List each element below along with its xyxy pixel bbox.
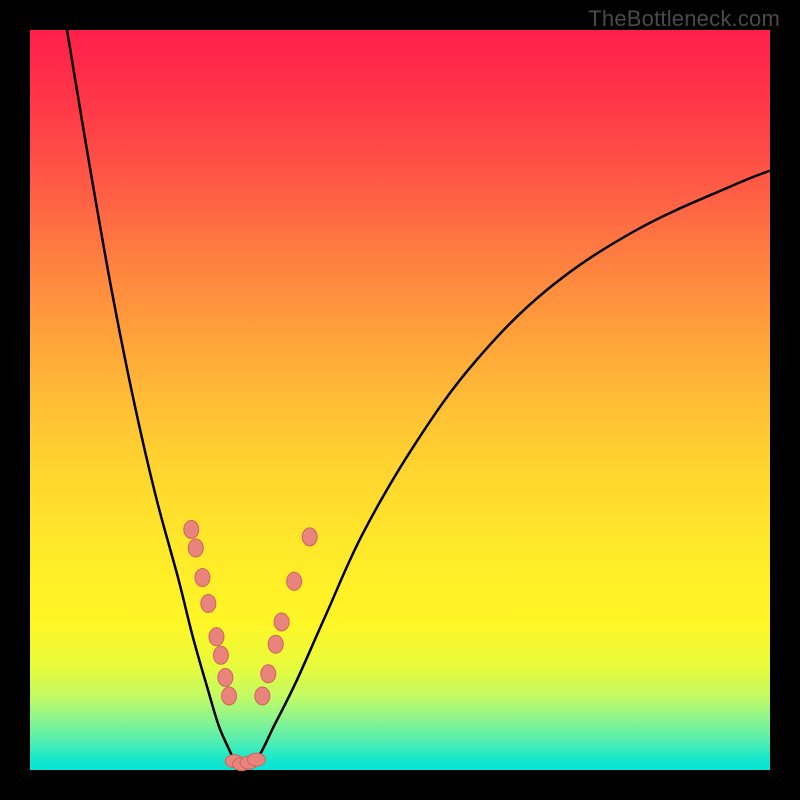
- watermark-text: TheBottleneck.com: [588, 6, 780, 32]
- dot-left-2: [195, 569, 210, 587]
- dot-left-3: [201, 595, 216, 613]
- dot-right-1: [261, 665, 276, 683]
- dot-left-4: [209, 628, 224, 646]
- dot-right-3: [274, 613, 289, 631]
- dot-right-0: [255, 687, 270, 705]
- curve-layer: [30, 30, 770, 770]
- dot-left-7: [222, 687, 237, 705]
- dot-bottom-3: [247, 753, 265, 766]
- right-curve: [242, 171, 770, 770]
- dot-left-6: [218, 669, 233, 687]
- dot-left-5: [213, 646, 228, 664]
- dot-right-5: [302, 528, 317, 546]
- data-dots: [184, 521, 317, 771]
- chart-frame: TheBottleneck.com: [0, 0, 800, 800]
- dot-left-0: [184, 521, 199, 539]
- dot-right-2: [268, 635, 283, 653]
- dot-left-1: [188, 539, 203, 557]
- plot-area: [30, 30, 770, 770]
- dot-right-4: [287, 572, 302, 590]
